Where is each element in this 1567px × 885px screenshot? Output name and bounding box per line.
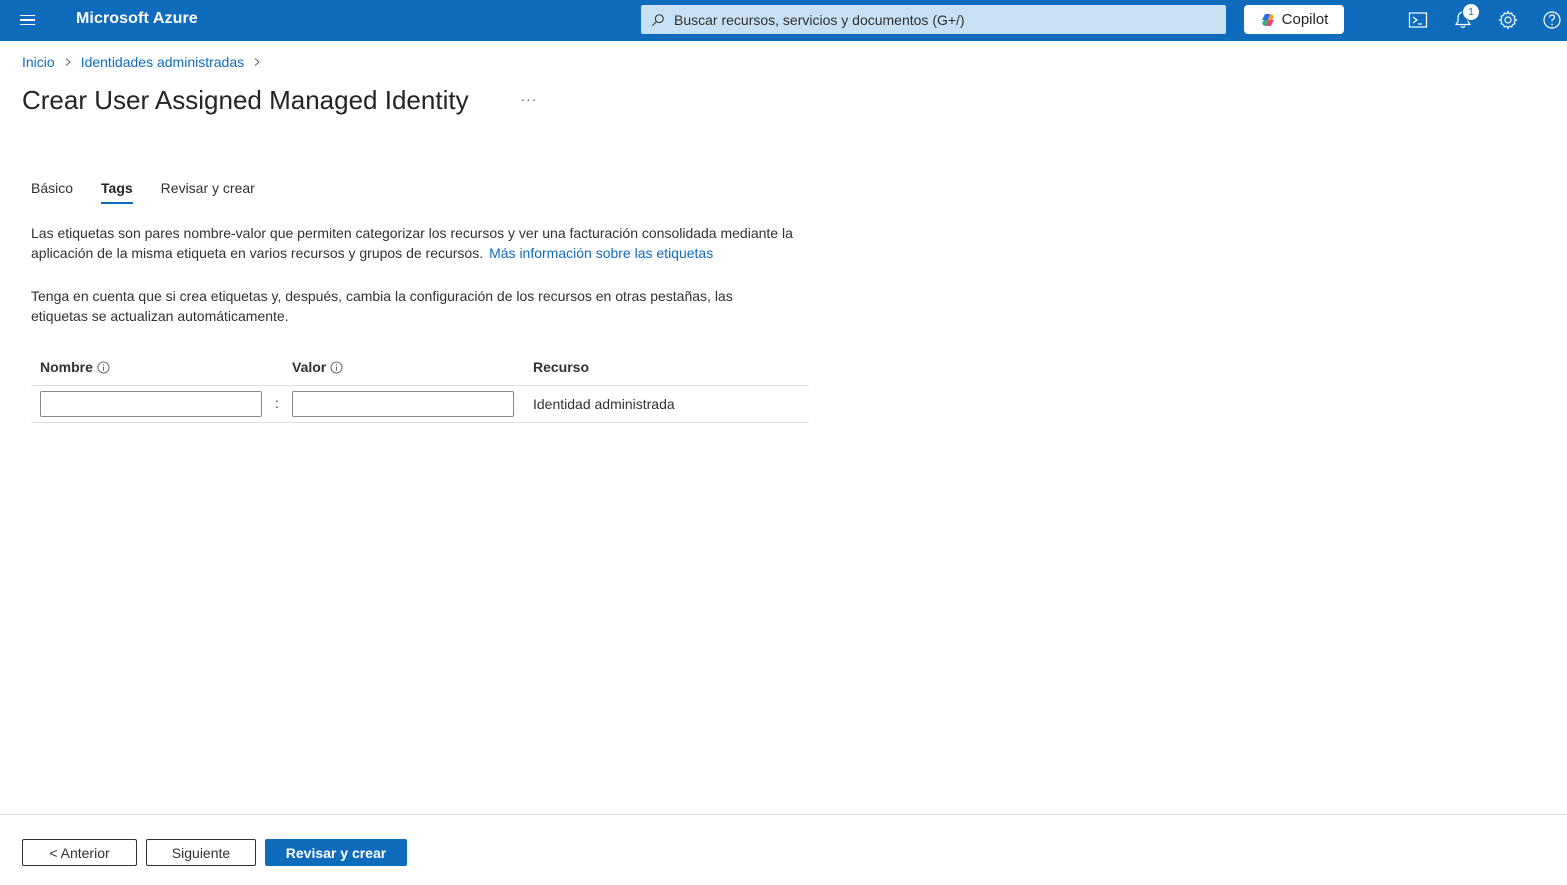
tags-table: Nombre Valor Recurso : Identidad adminis… [31,352,809,423]
tab-revisar-crear[interactable]: Revisar y crear [161,180,255,204]
notification-badge: 1 [1462,3,1480,21]
breadcrumb: Inicio Identidades administradas [22,54,270,70]
value-column-header: Valor [292,359,343,375]
menu-icon[interactable] [12,6,42,34]
intro-paragraph: Las etiquetas son pares nombre-valor que… [31,223,811,263]
review-create-button[interactable]: Revisar y crear [265,839,407,866]
tags-table-header: Nombre Valor Recurso [31,352,809,386]
note-paragraph: Tenga en cuenta que si crea etiquetas y,… [31,288,733,324]
tag-value-input[interactable] [292,391,514,417]
copilot-label: Copilot [1281,11,1329,28]
brand-title[interactable]: Microsoft Azure [76,10,198,28]
gear-icon[interactable] [1496,8,1520,32]
chevron-right-icon [65,58,71,66]
tab-tags[interactable]: Tags [101,180,133,204]
tab-basico[interactable]: Básico [31,180,73,204]
value-header-label: Valor [292,359,327,375]
table-row: : Identidad administrada [31,386,809,423]
learn-more-tags-link[interactable]: Más información sobre las etiquetas [489,245,713,261]
cloud-shell-icon[interactable] [1406,8,1430,32]
name-header-label: Nombre [40,359,93,375]
info-icon[interactable] [97,360,110,374]
next-button[interactable]: Siguiente [146,839,256,866]
wizard-tabs: Básico Tags Revisar y crear [31,180,255,204]
search-input[interactable] [674,11,1194,28]
search-box[interactable] [641,5,1226,34]
resource-header-label: Recurso [533,359,590,375]
chevron-right-icon [254,58,260,66]
name-column-header: Nombre [40,359,110,375]
wizard-footer: < Anterior Siguiente Revisar y crear [0,814,1567,885]
tag-separator: : [275,395,279,411]
help-icon[interactable] [1540,8,1564,32]
tag-name-input[interactable] [40,391,262,417]
tag-resource: Identidad administrada [533,396,675,412]
top-bar: Microsoft Azure Copilot 1 [0,0,1567,41]
info-icon[interactable] [330,360,343,374]
more-options-button[interactable]: ··· [518,88,540,110]
previous-button[interactable]: < Anterior [22,839,137,866]
page-title: Crear User Assigned Managed Identity [22,85,469,115]
search-icon [651,13,664,26]
breadcrumb-home[interactable]: Inicio [22,54,55,70]
copilot-button[interactable]: Copilot [1244,5,1344,34]
copilot-icon [1261,13,1274,26]
resource-column-header: Recurso [533,359,589,375]
breadcrumb-managed-identities[interactable]: Identidades administradas [81,54,244,70]
